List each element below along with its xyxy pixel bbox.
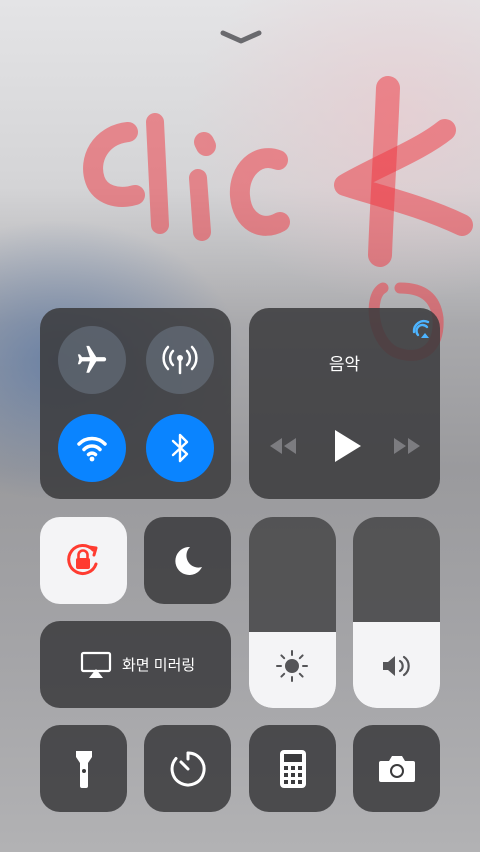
music-title: 음악 — [328, 355, 361, 374]
bluetooth-toggle[interactable] — [146, 414, 214, 482]
wifi-toggle[interactable] — [58, 414, 126, 482]
brightness-slider[interactable] — [249, 517, 336, 708]
orientation-lock-toggle[interactable] — [40, 517, 127, 604]
speaker-icon — [383, 655, 410, 677]
screen-mirroring-icon — [80, 651, 112, 678]
volume-slider[interactable] — [353, 517, 440, 708]
music-module[interactable]: 음악 — [249, 308, 440, 499]
airplay-audio-icon[interactable] — [409, 316, 435, 342]
timer-icon — [170, 751, 206, 787]
airplane-mode-toggle[interactable] — [58, 326, 126, 394]
screen-mirroring-button[interactable]: 화면 미러링 — [40, 621, 231, 708]
connectivity-module — [40, 308, 231, 499]
wifi-icon — [77, 436, 107, 462]
screen-mirroring-label: 화면 미러링 — [122, 657, 196, 674]
chevron-down-icon[interactable] — [220, 30, 262, 44]
bluetooth-icon — [171, 433, 189, 463]
cellular-antenna-icon — [162, 345, 198, 375]
flashlight-button[interactable] — [40, 725, 127, 812]
fast-forward-icon[interactable] — [391, 436, 423, 456]
timer-button[interactable] — [144, 725, 231, 812]
camera-button[interactable] — [353, 725, 440, 812]
sun-icon — [276, 650, 308, 682]
camera-icon — [379, 756, 415, 782]
moon-icon — [175, 546, 202, 575]
flashlight-icon — [76, 751, 92, 788]
calculator-icon — [280, 750, 306, 788]
orientation-lock-icon — [67, 544, 98, 575]
play-icon[interactable] — [331, 428, 363, 464]
airplane-icon — [77, 345, 107, 373]
cellular-data-toggle[interactable] — [146, 326, 214, 394]
rewind-icon[interactable] — [267, 436, 299, 456]
do-not-disturb-toggle[interactable] — [144, 517, 231, 604]
calculator-button[interactable] — [249, 725, 336, 812]
